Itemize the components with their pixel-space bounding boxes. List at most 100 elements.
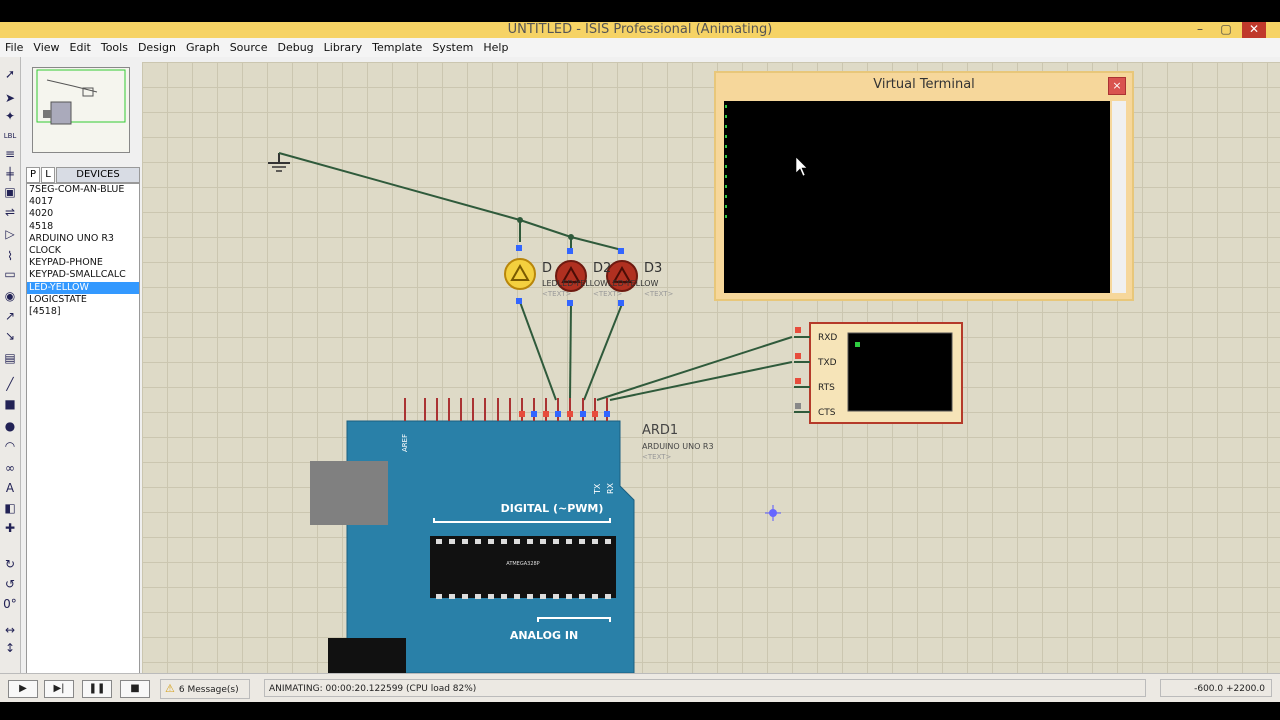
virtual-terminal-instrument[interactable]: RXD TXD RTS CTS bbox=[794, 322, 963, 424]
flip-horizontal-icon[interactable]: ↔ bbox=[3, 623, 17, 637]
rotate-ccw-icon[interactable]: ↺ bbox=[3, 577, 17, 591]
menu-template[interactable]: Template bbox=[367, 38, 427, 54]
virtual-instrument-icon[interactable]: ▤ bbox=[3, 351, 17, 365]
arc-icon[interactable]: ◠ bbox=[3, 439, 17, 453]
terminal-cursor bbox=[855, 342, 860, 347]
virtual-terminal-close-button[interactable]: × bbox=[1108, 77, 1126, 95]
device-list-item[interactable]: [4518] bbox=[27, 306, 139, 318]
terminal-char bbox=[725, 185, 727, 188]
terminal-char bbox=[725, 145, 727, 148]
bus-icon[interactable]: ╪ bbox=[3, 167, 17, 181]
menu-debug[interactable]: Debug bbox=[272, 38, 318, 54]
pin-state-marker bbox=[567, 411, 573, 417]
menu-tools[interactable]: Tools bbox=[96, 38, 133, 54]
menu-graph[interactable]: Graph bbox=[181, 38, 225, 54]
wire-d2-pin[interactable] bbox=[569, 303, 572, 401]
terminal-char bbox=[725, 195, 727, 198]
chip-pin bbox=[475, 539, 481, 544]
minimize-icon[interactable]: – bbox=[1188, 22, 1212, 38]
flip-vertical-icon[interactable]: ↕ bbox=[3, 641, 17, 655]
chip-pin bbox=[605, 594, 611, 599]
tape-recorder-icon[interactable]: ▭ bbox=[3, 267, 17, 281]
wire-label-icon[interactable]: LBL bbox=[3, 129, 17, 143]
chip-pin bbox=[527, 539, 533, 544]
terminal-char bbox=[725, 205, 727, 208]
led-d2-ref: D2 bbox=[593, 261, 611, 276]
menu-view[interactable]: View bbox=[28, 38, 64, 54]
play-button[interactable]: ▶ bbox=[8, 680, 38, 698]
terminal-icon[interactable]: ⇌ bbox=[3, 205, 17, 219]
chip-pin bbox=[462, 594, 468, 599]
overview-window[interactable] bbox=[32, 67, 130, 153]
messages-count: 6 Message(s) bbox=[178, 685, 239, 695]
chip-label: ATMEGA328P bbox=[506, 561, 539, 567]
menu-file[interactable]: File bbox=[0, 38, 28, 54]
line-icon[interactable]: ╱ bbox=[3, 377, 17, 391]
virtual-terminal-scrollbar[interactable] bbox=[1112, 101, 1126, 293]
generator-icon[interactable]: ◉ bbox=[3, 289, 17, 303]
component-icon[interactable]: ➤ bbox=[3, 91, 17, 105]
voltage-probe-icon[interactable]: ↗ bbox=[3, 309, 17, 323]
selection-arrow-icon[interactable]: ➚ bbox=[3, 67, 17, 81]
wire-d1-pin[interactable] bbox=[519, 301, 557, 401]
tx-label: TX bbox=[593, 483, 602, 495]
device-list-item[interactable]: CLOCK bbox=[27, 245, 139, 257]
chip-pin bbox=[436, 594, 442, 599]
arduino-ref: ARD1 bbox=[642, 423, 678, 438]
menu-system[interactable]: System bbox=[427, 38, 478, 54]
pick-devices-button[interactable]: P bbox=[26, 167, 40, 183]
device-panel: P L DEVICES 7SEG-COM-AN-BLUE 4017 4020 4518… bbox=[24, 65, 140, 675]
device-list-item[interactable]: 7SEG-COM-AN-BLUE bbox=[27, 184, 139, 196]
marker-icon[interactable]: ✚ bbox=[3, 521, 17, 535]
device-list-item[interactable]: LOGICSTATE bbox=[27, 294, 139, 306]
virtual-terminal-screen[interactable] bbox=[724, 101, 1110, 293]
menu-help[interactable]: Help bbox=[478, 38, 513, 54]
pin-state-marker bbox=[604, 411, 610, 417]
chip-pin bbox=[449, 539, 455, 544]
rotate-cw-icon[interactable]: ↻ bbox=[3, 557, 17, 571]
analog-label: ANALOG IN bbox=[510, 629, 578, 642]
text-script-icon[interactable]: ≡ bbox=[3, 147, 17, 161]
box-icon[interactable]: ■ bbox=[3, 397, 17, 411]
menu-design[interactable]: Design bbox=[133, 38, 181, 54]
close-icon[interactable]: ✕ bbox=[1242, 22, 1266, 38]
path-icon[interactable]: ∞ bbox=[3, 461, 17, 475]
device-list-item[interactable]: 4518 bbox=[27, 221, 139, 233]
device-list-item[interactable]: 4020 bbox=[27, 208, 139, 220]
device-list-item[interactable]: LED-YELLOW bbox=[27, 281, 139, 294]
symbol-icon[interactable]: ◧ bbox=[3, 501, 17, 515]
terminal-char bbox=[725, 115, 727, 118]
wire-d3-pin[interactable] bbox=[583, 303, 623, 401]
wire-gnd-d3[interactable] bbox=[570, 236, 623, 252]
library-manager-button[interactable]: L bbox=[41, 167, 55, 183]
device-list-item[interactable]: KEYPAD-SMALLCALC bbox=[27, 269, 139, 281]
junction-dot-icon[interactable]: ✦ bbox=[3, 109, 17, 123]
wire-gnd-d1[interactable] bbox=[278, 152, 521, 242]
step-button[interactable]: ▶| bbox=[44, 680, 74, 698]
menu-library[interactable]: Library bbox=[319, 38, 367, 54]
arduino-board[interactable]: ATMEGA328P DIGITAL (~PWM) ANALOG IN TX R… bbox=[310, 420, 635, 673]
device-list[interactable]: 7SEG-COM-AN-BLUE 4017 4020 4518 ARDUINO UNO … bbox=[26, 183, 140, 675]
led-d1[interactable] bbox=[504, 245, 536, 304]
current-probe-icon[interactable]: ↘ bbox=[3, 329, 17, 343]
angle-field-icon[interactable]: 0° bbox=[3, 597, 17, 611]
menu-source[interactable]: Source bbox=[225, 38, 273, 54]
subcircuit-icon[interactable]: ▣ bbox=[3, 185, 17, 199]
device-pin-icon[interactable]: ▷ bbox=[3, 227, 17, 241]
device-list-item[interactable]: ARDUINO UNO R3 bbox=[27, 233, 139, 245]
stop-button[interactable]: ■ bbox=[120, 680, 150, 698]
maximize-icon[interactable]: ▢ bbox=[1214, 22, 1238, 38]
arduino-model: ARDUINO UNO R3 bbox=[642, 442, 714, 451]
messages-indicator[interactable]: ⚠ 6 Message(s) bbox=[160, 679, 250, 699]
device-list-item[interactable]: KEYPAD-PHONE bbox=[27, 257, 139, 269]
device-list-item[interactable]: 4017 bbox=[27, 196, 139, 208]
text-icon[interactable]: A bbox=[3, 481, 17, 495]
wire-gnd-d2[interactable] bbox=[519, 219, 572, 252]
virtual-terminal-window[interactable]: Virtual Terminal × bbox=[714, 71, 1134, 301]
pause-button[interactable]: ❚❚ bbox=[82, 680, 112, 698]
wire-txd[interactable] bbox=[609, 361, 793, 401]
circle-icon[interactable]: ● bbox=[3, 419, 17, 433]
graph-icon[interactable]: ⌇ bbox=[3, 249, 17, 263]
menu-edit[interactable]: Edit bbox=[65, 38, 96, 54]
junction-dot bbox=[517, 217, 523, 223]
